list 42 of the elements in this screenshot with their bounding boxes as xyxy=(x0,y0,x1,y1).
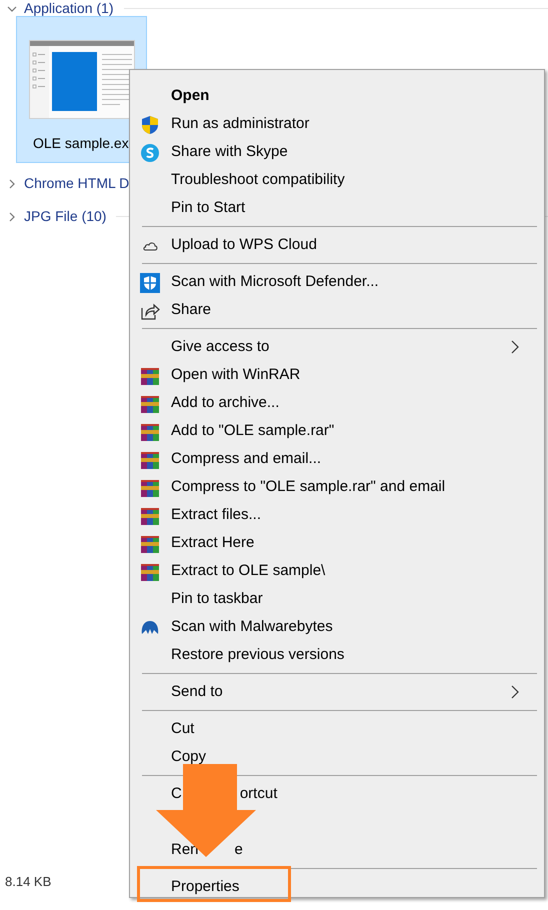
share-icon xyxy=(140,301,160,321)
menu-item[interactable]: Cut xyxy=(130,715,544,743)
menu-item[interactable]: Extract to OLE sample\ xyxy=(130,557,544,585)
menu-item[interactable]: Compress to "OLE sample.rar" and email xyxy=(130,473,544,501)
menu-item[interactable]: Scan with Malwarebytes xyxy=(130,613,544,641)
menu-item-text[interactable]: e xyxy=(234,838,243,862)
menu-item[interactable]: Send to xyxy=(130,678,544,706)
file-item[interactable]: OLE sample.ex xyxy=(16,16,147,163)
menu-item[interactable]: Extract files... xyxy=(130,501,544,529)
menu-item[interactable]: Share xyxy=(130,296,544,324)
menu-item[interactable]: Pin to Start xyxy=(130,194,544,222)
group-header[interactable]: Application (1) xyxy=(24,0,114,19)
archive-books-icon xyxy=(140,366,160,386)
menu-item[interactable]: Restore previous versions xyxy=(130,641,544,669)
skype-icon xyxy=(140,143,160,163)
menu-item[interactable]: Properties xyxy=(130,873,544,901)
menu-item[interactable]: Add to archive... xyxy=(130,389,544,417)
menu-item[interactable]: Compress and email... xyxy=(130,445,544,473)
menu-item[interactable]: Add to "OLE sample.rar" xyxy=(130,417,544,445)
menu-item-text[interactable]: C xyxy=(171,782,182,806)
shield-icon xyxy=(140,273,160,293)
menu-item[interactable]: Open with WinRAR xyxy=(130,361,544,389)
file-size: 8.14 KB xyxy=(5,873,52,891)
archive-books-icon xyxy=(140,450,160,470)
menu-item[interactable]: Copy xyxy=(130,743,544,771)
menu-item[interactable]: Extract Here xyxy=(130,529,544,557)
group-header[interactable]: JPG File (10) xyxy=(24,206,106,227)
menu-item[interactable]: Give access to xyxy=(130,333,544,361)
archive-books-icon xyxy=(140,478,160,498)
file-name: OLE sample.ex xyxy=(33,134,129,153)
archive-books-icon xyxy=(140,394,160,414)
uac-shield-icon xyxy=(140,115,160,135)
menu-item[interactable]: Upload to WPS Cloud xyxy=(130,231,544,259)
menu-item-text[interactable]: ortcut xyxy=(240,782,278,806)
archive-books-icon xyxy=(140,506,160,526)
archive-books-icon xyxy=(140,422,160,442)
group-header[interactable]: Chrome HTML D xyxy=(24,173,130,194)
menu-item[interactable]: Pin to taskbar xyxy=(130,585,544,613)
archive-books-icon xyxy=(140,534,160,554)
menu-item[interactable]: Troubleshoot compatibility xyxy=(130,166,544,194)
archive-books-icon xyxy=(140,562,160,582)
menu-item[interactable]: Scan with Microsoft Defender... xyxy=(130,268,544,296)
